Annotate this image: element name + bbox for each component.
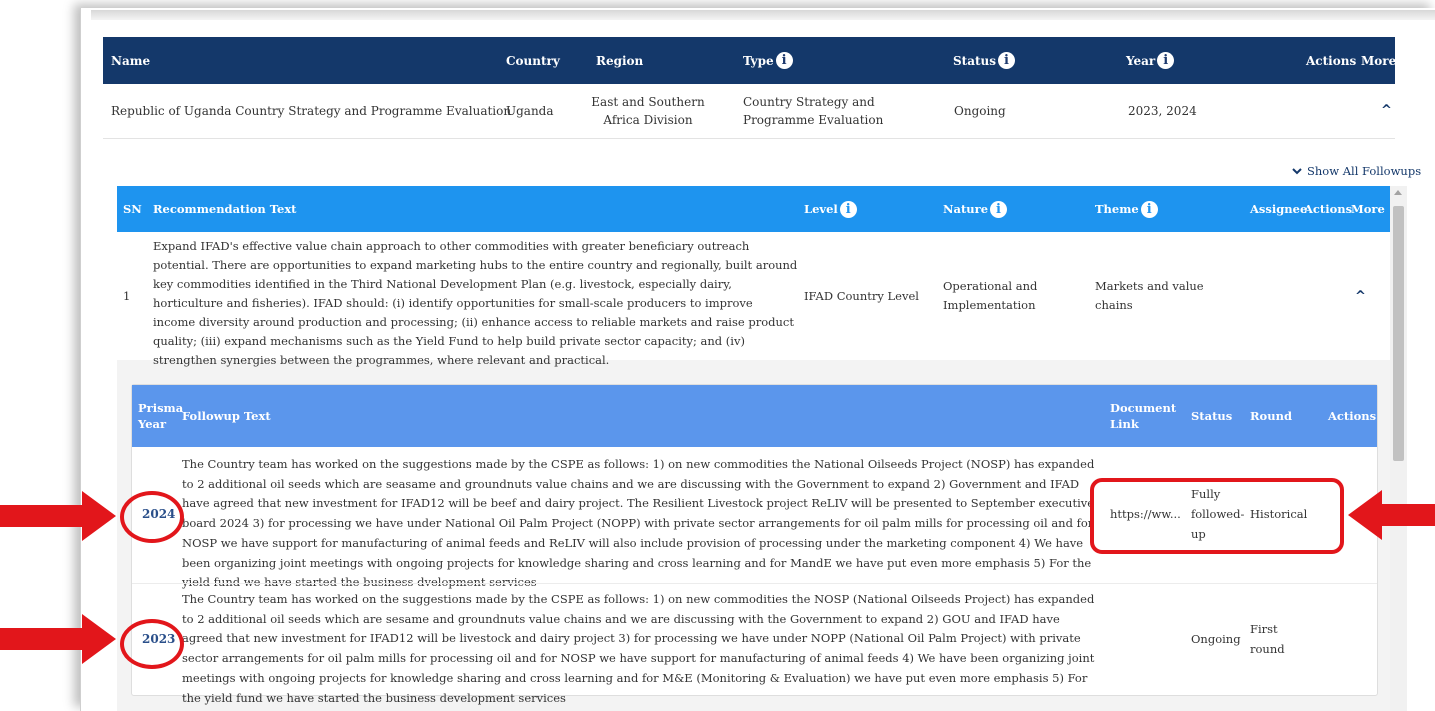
header-type-label: Type xyxy=(743,53,774,68)
chevron-down-icon xyxy=(1292,167,1302,174)
show-all-followups-link[interactable]: Show All Followups xyxy=(1292,164,1421,178)
header-nature-label: Nature xyxy=(943,202,989,216)
header-status: Status xyxy=(1191,409,1233,423)
row-type: Country Strategy and Programme Evaluatio… xyxy=(743,95,884,127)
header-level-label: Level xyxy=(804,202,838,216)
right-arrow-icon xyxy=(0,614,116,664)
table-row[interactable]: 1 Expand IFAD's effective value chain ap… xyxy=(117,232,1390,367)
highlight-circle xyxy=(120,619,184,669)
header-actions: Actions xyxy=(1304,202,1353,216)
header-name: Name xyxy=(111,53,151,68)
header-more: More xyxy=(1361,53,1397,68)
row-status: Ongoing xyxy=(954,104,1006,118)
header-theme[interactable]: Theme i xyxy=(1095,186,1158,232)
highlight-circle xyxy=(120,491,184,543)
scrollbar-thumb[interactable] xyxy=(1393,206,1404,461)
collapse-icon[interactable]: ^ xyxy=(1355,232,1366,360)
left-arrow-icon xyxy=(1348,490,1435,540)
table-row[interactable]: Republic of Uganda Country Strategy and … xyxy=(103,84,1395,139)
show-all-followups-label: Show All Followups xyxy=(1307,164,1422,178)
followup-round: First round xyxy=(1250,622,1285,656)
top-bar xyxy=(91,10,1435,20)
main-table-header: Name Country Region Type i Status i Year… xyxy=(103,37,1397,84)
header-level[interactable]: Level i xyxy=(804,186,857,232)
collapse-icon[interactable]: ^ xyxy=(1381,84,1392,138)
row-year: 2023, 2024 xyxy=(1128,104,1197,118)
row-level: IFAD Country Level xyxy=(804,288,919,303)
info-icon[interactable]: i xyxy=(775,52,793,69)
row-sn: 1 xyxy=(123,288,131,303)
info-icon[interactable]: i xyxy=(839,200,857,218)
row-recommendation-text: Expand IFAD's effective value chain appr… xyxy=(153,239,798,367)
header-prisma-year: Prisma Year xyxy=(138,401,184,431)
header-region: Region xyxy=(596,53,644,68)
row-country: Uganda xyxy=(506,104,554,118)
header-actions: Actions xyxy=(1328,409,1377,423)
scroll-up-icon[interactable] xyxy=(1394,190,1402,195)
header-more: More xyxy=(1351,202,1385,216)
header-recommendation-text: Recommendation Text xyxy=(153,202,297,216)
header-status-label: Status xyxy=(953,53,997,68)
row-region: East and Southern Africa Division xyxy=(591,95,705,127)
right-arrow-icon xyxy=(0,491,116,541)
header-round: Round xyxy=(1250,409,1292,423)
row-theme: Markets and value chains xyxy=(1095,279,1204,312)
header-theme-label: Theme xyxy=(1095,202,1139,216)
info-icon[interactable]: i xyxy=(1140,200,1158,218)
info-icon[interactable]: i xyxy=(990,200,1008,218)
header-document-link: Document Link xyxy=(1110,401,1177,431)
header-type[interactable]: Type i xyxy=(743,37,793,84)
header-followup-text: Followup Text xyxy=(182,409,271,423)
row-nature: Operational and Implementation xyxy=(943,279,1038,312)
followup-text: The Country team has worked on the sugge… xyxy=(182,457,1095,590)
vertical-scrollbar[interactable] xyxy=(1390,186,1407,711)
recommendation-panel: SN Recommendation Text Level i Nature i … xyxy=(117,186,1390,711)
followup-table-header: Prisma Year Followup Text Document Link … xyxy=(132,385,1377,447)
followup-status: Ongoing xyxy=(1191,632,1241,647)
highlight-box xyxy=(1090,478,1344,554)
header-status[interactable]: Status i xyxy=(953,37,1016,84)
info-icon[interactable]: i xyxy=(1157,52,1175,69)
header-year-label: Year xyxy=(1126,53,1156,68)
followup-text: The Country team has worked on the sugge… xyxy=(182,592,1095,705)
header-sn: SN xyxy=(123,202,142,216)
header-country: Country xyxy=(506,53,560,68)
row-name: Republic of Uganda Country Strategy and … xyxy=(111,104,512,118)
recommendation-table-header: SN Recommendation Text Level i Nature i … xyxy=(117,186,1390,232)
info-icon[interactable]: i xyxy=(998,52,1016,69)
header-actions: Actions xyxy=(1306,53,1357,68)
header-year[interactable]: Year i xyxy=(1126,37,1175,84)
header-assignee: Assignee xyxy=(1250,202,1308,216)
header-nature[interactable]: Nature i xyxy=(943,186,1008,232)
table-row[interactable]: 2023 The Country team has worked on the … xyxy=(132,583,1377,705)
